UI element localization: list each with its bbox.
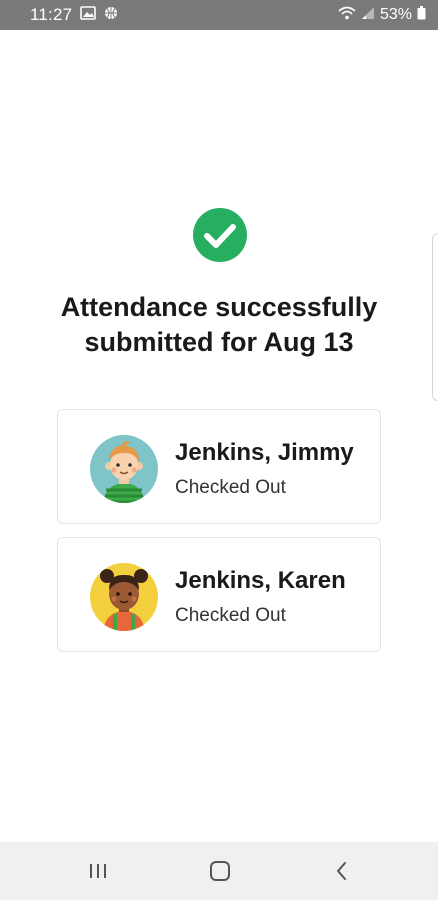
gallery-icon: [80, 5, 97, 25]
status-time: 11:27: [30, 5, 73, 24]
basketball-icon: [104, 6, 118, 25]
edge-panel-handle[interactable]: [432, 233, 438, 401]
back-icon[interactable]: [322, 856, 362, 886]
confirmation-line-1: Attendance successfully: [60, 292, 378, 322]
child-name: Jenkins, Karen: [175, 567, 346, 594]
girl-avatar: [89, 562, 159, 632]
status-bar: 11:27 53%: [0, 0, 438, 30]
status-left: 11:27: [30, 5, 118, 25]
screen: 11:27 53% Attendance successfully submit…: [0, 0, 438, 900]
battery-icon: [417, 5, 426, 25]
child-status: Checked Out: [175, 477, 286, 498]
confirmation-message: Attendance successfully submitted for Au…: [20, 290, 418, 360]
signal-icon: [361, 6, 375, 25]
home-icon[interactable]: [200, 856, 240, 886]
wifi-icon: [338, 6, 356, 25]
battery-percent: 53%: [379, 6, 412, 23]
status-right: 53%: [338, 5, 426, 25]
child-name: Jenkins, Jimmy: [175, 439, 354, 466]
check-circle-icon: [192, 207, 248, 263]
child-status: Checked Out: [175, 605, 286, 626]
recents-icon[interactable]: [78, 856, 118, 886]
child-card[interactable]: Jenkins, Jimmy Checked Out: [57, 409, 381, 524]
boy-avatar: [89, 434, 159, 504]
confirmation-line-2: submitted for Aug 13: [84, 327, 354, 357]
navigation-bar: [0, 842, 438, 900]
child-card[interactable]: Jenkins, Karen Checked Out: [57, 537, 381, 652]
